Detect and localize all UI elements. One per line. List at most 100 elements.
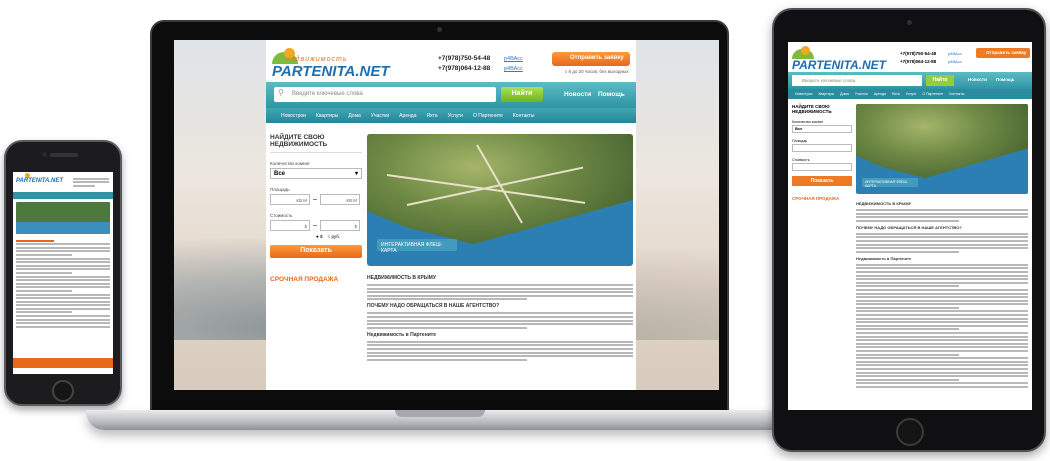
menu-item-yacht[interactable]: Яхта: [422, 108, 443, 123]
interactive-map[interactable]: ИНТЕРАКТИВНАЯ ФЛЕШ-КАРТА: [367, 134, 633, 266]
skype-links: р4ВАсс р4ВАсс: [504, 54, 523, 74]
tablet-menu-item[interactable]: Квартиры: [815, 89, 837, 99]
tablet-rooms-label: Количество комнат: [792, 120, 824, 124]
menu-item-rent[interactable]: Аренда: [394, 108, 421, 123]
currency-usd-label: $: [319, 234, 323, 239]
area-from-input[interactable]: КВ.М: [270, 194, 310, 205]
help-link[interactable]: Помощь: [598, 91, 625, 98]
area-to-input[interactable]: КВ.М: [320, 194, 360, 205]
tablet-home-button[interactable]: [896, 418, 924, 446]
tablet-search-button[interactable]: Найти: [926, 75, 954, 86]
tablet-article-heading-1: НЕДВИЖИМОСТЬ В КРЫМУ: [856, 201, 912, 206]
tablet-menu-item[interactable]: Дома: [837, 89, 852, 99]
menu-item-services[interactable]: Услуги: [443, 108, 468, 123]
tablet-logo[interactable]: PARTENITA.NET: [792, 58, 886, 72]
currency-usd-radio[interactable]: ● $: [316, 234, 322, 239]
tablet-article-heading-2: ПОЧЕМУ НАДО ОБРАЩАТЬСЯ В НАШЕ АГЕНТСТВО?: [856, 224, 962, 230]
tablet-map[interactable]: ИНТЕРАКТИВНАЯ ФЛЕШ-КАРТА: [856, 104, 1028, 194]
website-page: недвижимость PARTENITA.NET +7(978)750-54…: [266, 40, 636, 390]
menu-item-plots[interactable]: Участки: [366, 108, 394, 123]
tablet-map-caption[interactable]: ИНТЕРАКТИВНАЯ ФЛЕШ-КАРТА: [862, 178, 918, 188]
menu-item-about[interactable]: О Партените: [468, 108, 508, 123]
tablet-skype: р4ВАсс р4ВАсс: [948, 50, 962, 66]
tablet-help-link[interactable]: Помощь: [996, 77, 1015, 82]
phone-logo[interactable]: PARTENITA.NET: [16, 178, 63, 184]
price-from-input[interactable]: $: [270, 220, 310, 231]
news-link[interactable]: Новости: [564, 91, 591, 98]
filter-title: НАЙДИТЕ СВОЮ НЕДВИЖИМОСТЬ: [270, 134, 362, 153]
menu-item-apartments[interactable]: Квартиры: [311, 108, 343, 123]
tablet-phone-2[interactable]: +7(978)064-12-88: [900, 58, 936, 66]
phone-header-lines: [73, 176, 109, 188]
rooms-label: Количество комнат: [270, 161, 310, 166]
tablet-show-button[interactable]: Показать: [792, 176, 852, 186]
price-range: $ $: [270, 220, 362, 231]
tablet-camera: [907, 20, 912, 25]
phone-content: [16, 238, 110, 358]
phone-number-1[interactable]: +7(978)750-54-48: [438, 54, 490, 64]
tablet-menu-item[interactable]: Услуги: [903, 89, 920, 99]
article-heading-1: НЕДВИЖИМОСТЬ В КРЫМУ: [367, 275, 436, 281]
contact-phones: +7(978)750-54-48 +7(978)064-12-88: [438, 54, 490, 74]
tablet-menu-item[interactable]: Аренда: [871, 89, 889, 99]
phone-search-bar[interactable]: [13, 192, 113, 199]
tablet-menu-item[interactable]: Новострои: [792, 89, 815, 99]
area-range: КВ.М КВ.М: [270, 194, 362, 205]
tablet-skype-1[interactable]: р4ВАсс: [948, 50, 962, 58]
phone-footer: [13, 358, 113, 368]
tablet-send-request-button[interactable]: Отправить заявку: [976, 48, 1030, 58]
tablet-area-input[interactable]: [792, 144, 852, 152]
show-button[interactable]: Показать: [270, 245, 362, 258]
menu-item-new-buildings[interactable]: Новострои: [276, 108, 311, 123]
tablet-rooms-select[interactable]: Все: [792, 125, 852, 133]
phone-home-button[interactable]: [52, 380, 74, 402]
laptop-screen: недвижимость PARTENITA.NET +7(978)750-54…: [174, 40, 719, 390]
tablet-article: НЕДВИЖИМОСТЬ В КРЫМУ ПОЧЕМУ НАДО ОБРАЩАТ…: [856, 198, 1028, 410]
article-heading-3: Недвижимость в Партените: [367, 331, 437, 338]
tablet-news-link[interactable]: Новости: [968, 77, 987, 82]
tablet-menu-item[interactable]: Контакты: [946, 89, 967, 99]
tablet-menu: Новострои Квартиры Дома Участки Аренда Я…: [788, 89, 1032, 99]
phone-number-2[interactable]: +7(978)064-12-88: [438, 64, 490, 74]
tablet-logo-sun-icon: [801, 46, 810, 55]
search-button[interactable]: Найти: [501, 87, 543, 102]
area-label: Площадь: [270, 187, 290, 192]
laptop-camera: [437, 27, 442, 32]
tablet-menu-item[interactable]: Яхта: [889, 89, 903, 99]
tablet-search-bar: Введите ключевые слова Найти Новости Пом…: [788, 72, 1032, 89]
search-bar: Введите ключевые слова ⚲ Найти Новости П…: [266, 82, 636, 108]
currency-rub-label: руб.: [331, 234, 341, 239]
site-logo[interactable]: PARTENITA.NET: [272, 63, 390, 80]
map-caption[interactable]: ИНТЕРАКТИВНАЯ ФЛЕШ-КАРТА: [377, 239, 457, 254]
skype-link-1[interactable]: р4ВАсс: [504, 54, 523, 64]
tablet-menu-item[interactable]: Участки: [852, 89, 871, 99]
skype-link-2[interactable]: р4ВАсс: [504, 64, 523, 74]
currency-switch: ● $ ○ руб.: [270, 234, 362, 239]
phone-map[interactable]: [16, 202, 110, 234]
tablet-price-label: Стоимость: [792, 158, 810, 162]
tablet-price-input[interactable]: [792, 163, 852, 171]
tablet-filter-panel: НАЙДИТЕ СВОЮ НЕДВИЖИМОСТЬ Количество ком…: [792, 104, 852, 201]
phone-camera: [42, 152, 47, 157]
currency-rub-radio[interactable]: ○ руб.: [327, 234, 340, 239]
tablet-device: PARTENITA.NET +7(978)750-54-48 +7(978)06…: [772, 8, 1046, 452]
menu-item-houses[interactable]: Дома: [343, 108, 365, 123]
hot-sale-link[interactable]: СРОЧНАЯ ПРОДАЖА: [270, 276, 362, 283]
price-to-input[interactable]: $: [320, 220, 360, 231]
filter-panel: НАЙДИТЕ СВОЮ НЕДВИЖИМОСТЬ Количество ком…: [270, 134, 362, 384]
search-input[interactable]: Введите ключевые слова: [274, 87, 496, 102]
tablet-skype-2[interactable]: р4ВАсс: [948, 58, 962, 66]
tablet-screen: PARTENITA.NET +7(978)750-54-48 +7(978)06…: [788, 42, 1032, 410]
tablet-phone-1[interactable]: +7(978)750-54-48: [900, 50, 936, 58]
logo-tagline: недвижимость: [286, 56, 348, 63]
tablet-article-heading-3: Недвижимость в Партените: [856, 255, 912, 261]
menu-item-contacts[interactable]: Контакты: [508, 108, 540, 123]
tablet-search-input[interactable]: Введите ключевые слова: [792, 75, 922, 86]
tablet-menu-item[interactable]: О Партените: [919, 89, 946, 99]
rooms-select[interactable]: Все: [270, 168, 362, 179]
tablet-hot-sale[interactable]: СРОЧНАЯ ПРОДАЖА: [792, 196, 852, 201]
tablet-phones: +7(978)750-54-48 +7(978)064-12-88: [900, 50, 936, 66]
price-label: Стоимость: [270, 213, 293, 218]
send-request-button[interactable]: Отправить заявку: [552, 52, 630, 66]
phone-screen: PARTENITA.NET: [13, 172, 113, 374]
